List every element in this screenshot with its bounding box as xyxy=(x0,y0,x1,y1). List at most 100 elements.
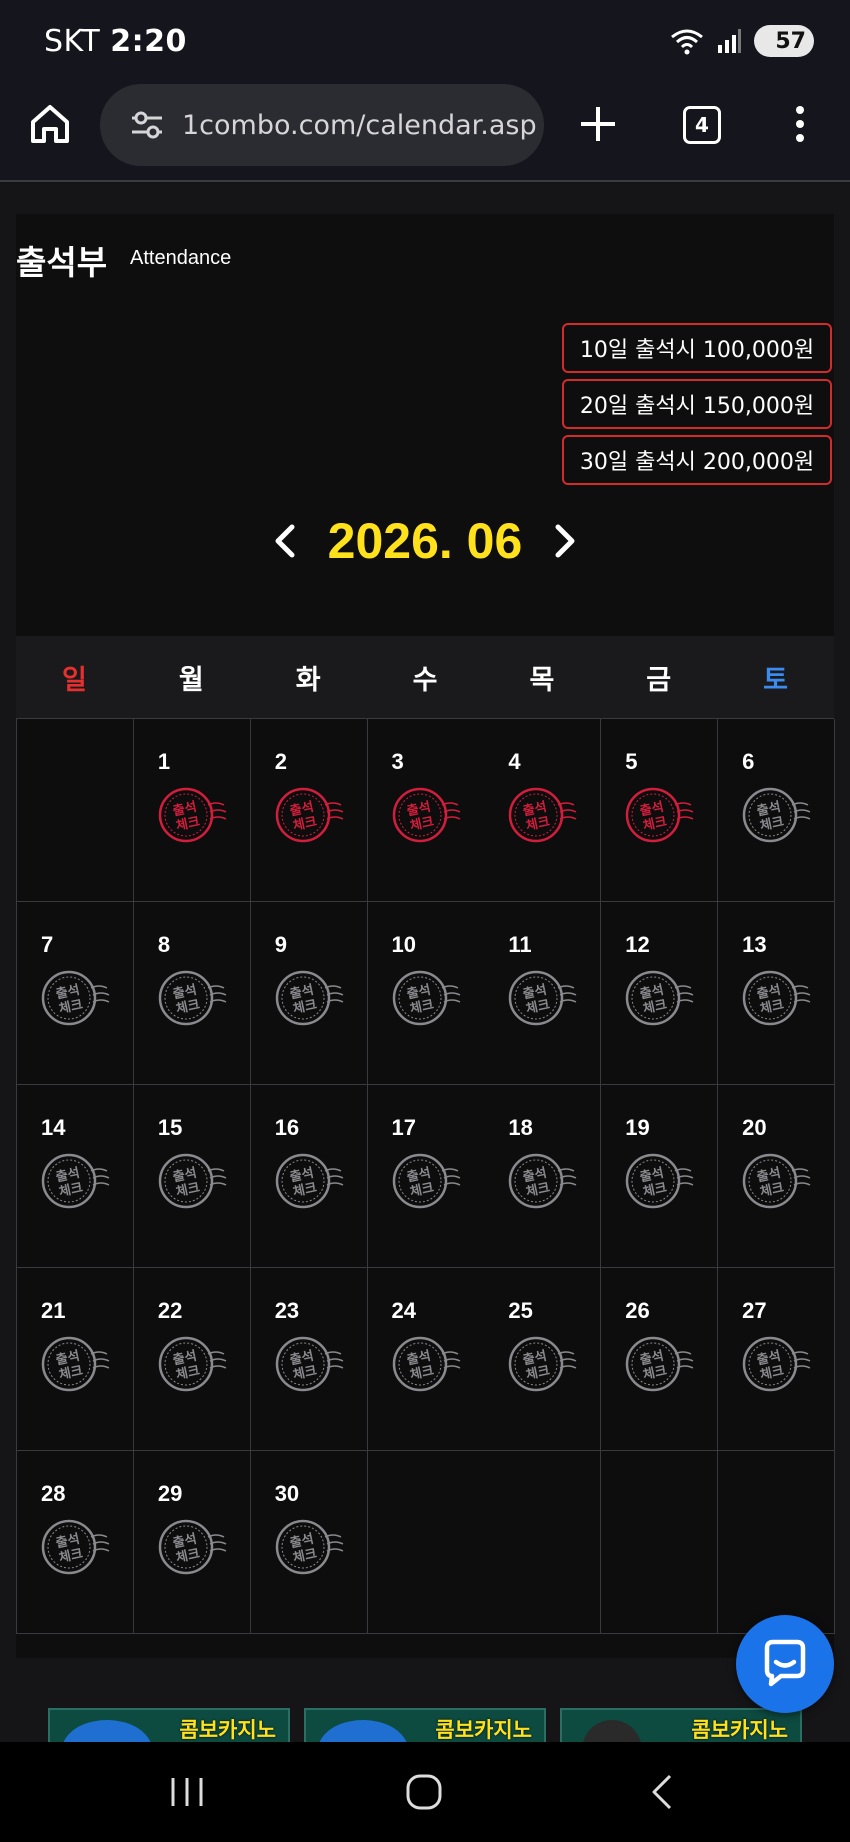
calendar-cell[interactable]: 16 출석 체크 xyxy=(250,1085,368,1268)
attendance-stamp-icon: 출석체크 xyxy=(742,1336,811,1392)
calendar-cell[interactable]: 27 출석 체크 xyxy=(718,1268,836,1451)
banner-graphic xyxy=(318,1720,408,1742)
calendar-cell[interactable]: 5 출석 체크 xyxy=(601,719,719,902)
clock: 2:20 xyxy=(110,24,187,59)
calendar-cell[interactable]: 30 출석 체크 xyxy=(250,1451,368,1634)
weekday-wed: 수 xyxy=(412,664,438,696)
prev-month-icon[interactable] xyxy=(272,523,298,559)
day-number: 18 xyxy=(508,1115,533,1140)
calendar-cell[interactable]: 15 출석 체크 xyxy=(133,1085,251,1268)
attendance-stamp-icon: 출석체크 xyxy=(742,970,811,1026)
tabs-icon[interactable]: 4 xyxy=(683,106,721,144)
day-number: 19 xyxy=(625,1115,650,1140)
calendar-cell[interactable]: 10 출석 체크 xyxy=(367,902,485,1085)
calendar-cell[interactable]: 3 출석 체크 xyxy=(367,719,485,902)
attendance-stamp-icon: 출석체크 xyxy=(509,1336,577,1392)
day-number: 2 xyxy=(274,749,287,774)
day-number: 30 xyxy=(274,1481,300,1506)
banner-logo-text: 콤보카지노 xyxy=(435,1718,532,1742)
attendance-stamp-icon: 출석체크 xyxy=(41,1336,110,1392)
calendar-cell[interactable]: 13 출석 체크 xyxy=(718,902,836,1085)
browser-toolbar: 1combo.com/calendar.asp 4 xyxy=(0,80,850,182)
calendar-cell xyxy=(484,1451,602,1634)
calendar-cell[interactable]: 18 출석 체크 xyxy=(484,1085,602,1268)
signal-icon xyxy=(718,29,741,53)
calendar-cell xyxy=(367,1451,485,1634)
calendar-cell[interactable]: 17 출석 체크 xyxy=(367,1085,485,1268)
calendar-cell[interactable]: 2 출석 체크 xyxy=(250,719,368,902)
day-number: 17 xyxy=(391,1115,417,1140)
banner-graphic xyxy=(62,1720,152,1742)
calendar-cell[interactable]: 26 출석 체크 xyxy=(601,1268,719,1451)
home-icon[interactable] xyxy=(28,102,72,146)
day-number: 12 xyxy=(625,932,650,957)
chat-button[interactable] xyxy=(736,1615,834,1713)
url-text[interactable]: 1combo.com/calendar.asp xyxy=(182,110,537,141)
calendar-cell[interactable]: 22 출석 체크 xyxy=(133,1268,251,1451)
day-number: 5 xyxy=(625,749,638,774)
more-vert-icon[interactable] xyxy=(788,102,812,146)
calendar-cell[interactable]: 4 출석 체크 xyxy=(484,719,602,902)
weekday-tue: 화 xyxy=(295,664,321,696)
calendar-cell[interactable]: 12 출석 체크 xyxy=(601,902,719,1085)
calendar-cell[interactable]: 29 출석 체크 xyxy=(133,1451,251,1634)
page-title: 출석부 xyxy=(16,243,108,282)
day-number: 13 xyxy=(742,932,767,957)
weekday-fri: 금 xyxy=(646,664,672,696)
home-nav-icon[interactable] xyxy=(402,1772,446,1812)
calendar-cell xyxy=(601,1451,719,1634)
calendar-cell[interactable]: 23 출석 체크 xyxy=(250,1268,368,1451)
calendar-cell[interactable]: 6 출석 체크 xyxy=(718,719,836,902)
recents-icon[interactable] xyxy=(165,1772,209,1812)
attendance-stamp-icon: 출석체크 xyxy=(742,1153,811,1209)
calendar-cell[interactable]: 25 출석 체크 xyxy=(484,1268,602,1451)
day-number: 11 xyxy=(508,932,532,957)
calendar-cell[interactable]: 11 출석 체크 xyxy=(484,902,602,1085)
calendar-cell[interactable]: 14 출석 체크 xyxy=(17,1085,134,1268)
calendar-cell xyxy=(17,719,134,902)
day-number: 4 xyxy=(508,749,521,774)
day-number: 29 xyxy=(157,1481,183,1506)
day-number: 26 xyxy=(625,1298,650,1323)
calendar-cell[interactable]: 19 출석 체크 xyxy=(601,1085,719,1268)
tune-icon[interactable] xyxy=(130,110,164,140)
attendance-stamp-icon: 출석체크 xyxy=(158,970,227,1026)
calendar-cell[interactable]: 24 출석 체크 xyxy=(367,1268,485,1451)
calendar-cell[interactable]: 7 출석 체크 xyxy=(17,902,134,1085)
casino-banner[interactable]: 콤보카지노 xyxy=(48,1708,290,1742)
day-number: 10 xyxy=(391,932,417,957)
plus-icon[interactable] xyxy=(578,104,618,144)
day-number: 27 xyxy=(742,1298,767,1323)
attendance-stamp-icon: 출석체크 xyxy=(41,1519,110,1575)
casino-banner[interactable]: 콤보카지노 xyxy=(560,1708,802,1742)
bonus-20-days: 20일 출석시 150,000원 xyxy=(562,379,832,429)
calendar-cell[interactable]: 20 출석 체크 xyxy=(718,1085,836,1268)
calendar-cell[interactable]: 9 출석 체크 xyxy=(250,902,368,1085)
attendance-stamp-icon: 출석체크 xyxy=(509,970,577,1026)
banner-logo-text: 콤보카지노 xyxy=(179,1718,276,1742)
calendar-cell[interactable]: 21 출석 체크 xyxy=(17,1268,134,1451)
banner-logo-text: 콤보카지노 xyxy=(691,1718,788,1742)
attendance-stamp-checked-icon: 출석체크 xyxy=(626,787,694,843)
attendance-stamp-icon: 출석체크 xyxy=(509,1153,577,1209)
day-number: 14 xyxy=(41,1115,66,1140)
next-month-icon[interactable] xyxy=(552,523,578,559)
attendance-stamp-icon: 출석체크 xyxy=(158,1336,227,1392)
day-number: 20 xyxy=(742,1115,767,1140)
attendance-stamp-icon: 출석체크 xyxy=(742,787,811,843)
back-icon[interactable] xyxy=(640,1772,684,1812)
day-number: 22 xyxy=(157,1298,183,1323)
calendar-cell[interactable]: 8 출석 체크 xyxy=(133,902,251,1085)
day-number: 15 xyxy=(157,1115,183,1140)
banner-row: 콤보카지노 콤보카지노 콤보카지노 xyxy=(48,1708,802,1742)
weekday-header: 일 월 화 수 목 금 토 xyxy=(16,636,834,718)
casino-banner[interactable]: 콤보카지노 xyxy=(304,1708,546,1742)
address-bar[interactable]: 1combo.com/calendar.asp xyxy=(100,84,544,166)
status-bar: SKT 2:20 57 xyxy=(0,0,850,80)
calendar-cell[interactable]: 1 출석 체크 xyxy=(133,719,251,902)
day-number: 21 xyxy=(41,1298,66,1323)
calendar-cell[interactable]: 28 출석 체크 xyxy=(17,1451,134,1634)
calendar-grid: 1 출석 체크 2 출석 체크 3 출석 체크 4 출석 체크 5 출석 체크 6 출석 체크 7 출석 체크 8 출석 체크… xyxy=(16,718,836,1634)
attendance-stamp-checked-icon: 출석체크 xyxy=(392,787,460,843)
attendance-stamp-checked-icon: 출석체크 xyxy=(275,787,344,843)
